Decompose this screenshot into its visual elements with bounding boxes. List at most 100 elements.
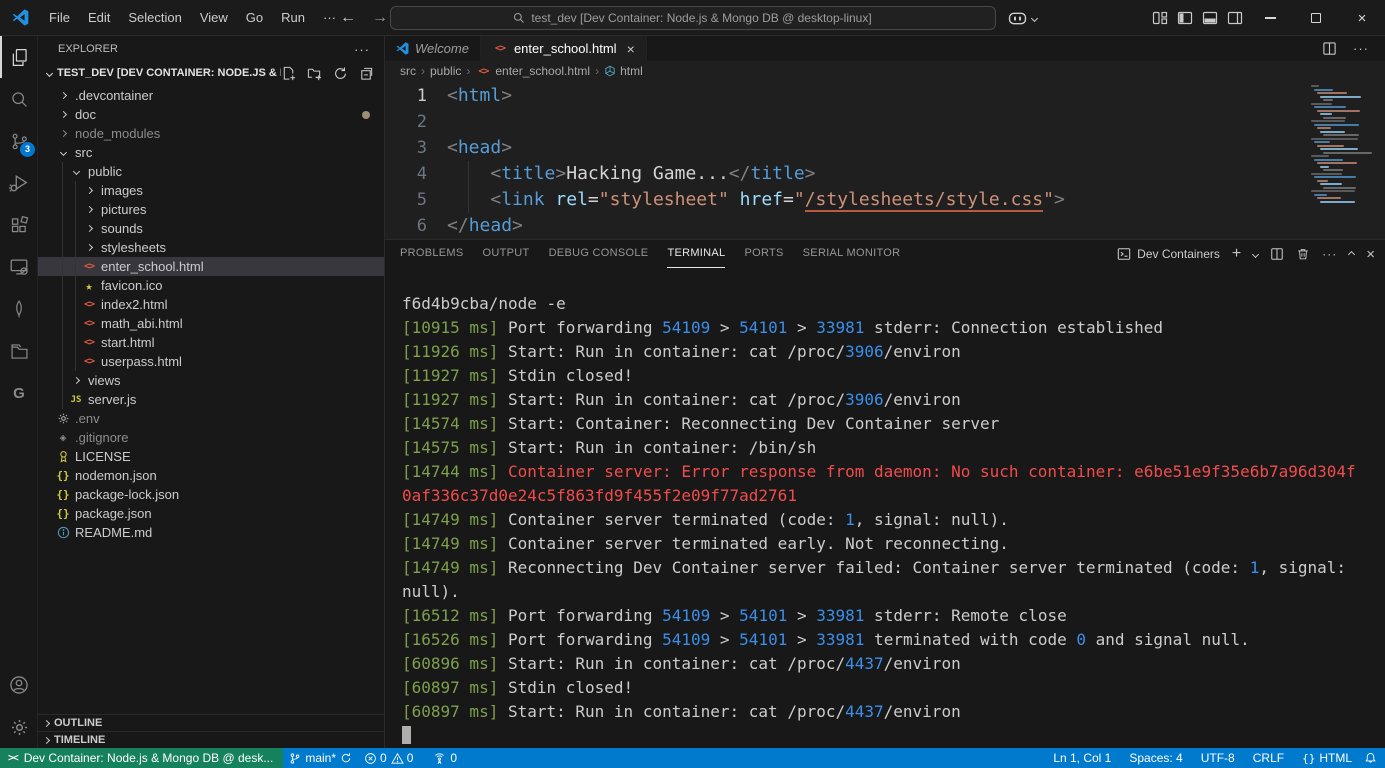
workspace-section-header[interactable]: TEST_DEV [DEV CONTAINER: NODE.JS & MONGO… [38, 62, 384, 84]
breadcrumb-enter-school-html[interactable]: <>enter_school.html [475, 64, 590, 78]
panel-tab-debug-console[interactable]: DEBUG CONSOLE [549, 240, 649, 268]
tree-file-env[interactable]: .env [38, 409, 384, 428]
menu-go[interactable]: Go [237, 5, 272, 31]
section-outline[interactable]: OUTLINE [38, 714, 384, 731]
tree-folder-devcontainer[interactable]: .devcontainer [38, 86, 384, 105]
run-debug-icon[interactable] [0, 162, 38, 204]
menu-selection[interactable]: Selection [119, 5, 190, 31]
tree-file-index2-html[interactable]: <>index2.html [38, 295, 384, 314]
tree-file-package-json[interactable]: {}package.json [38, 504, 384, 523]
search-icon[interactable] [0, 78, 38, 120]
minimize-button[interactable] [1247, 0, 1293, 36]
tree-folder-images[interactable]: images [38, 181, 384, 200]
copilot-menu[interactable] [1008, 0, 1037, 36]
close-button[interactable]: × [1339, 0, 1385, 36]
close-panel-icon[interactable]: × [1366, 246, 1375, 263]
new-file-icon[interactable] [281, 66, 296, 81]
menu-file[interactable]: File [40, 5, 79, 31]
tree-folder-pictures[interactable]: pictures [38, 200, 384, 219]
bell-icon[interactable] [1364, 752, 1377, 765]
section-timeline[interactable]: TIMELINE [38, 731, 384, 748]
toggle-sidebar-icon[interactable] [1172, 0, 1197, 36]
forward-arrow-icon[interactable]: → [372, 9, 388, 27]
account-icon[interactable] [0, 664, 38, 706]
toggle-panel-icon[interactable] [1197, 0, 1222, 36]
panel-tab-terminal[interactable]: TERMINAL [667, 240, 725, 268]
panel-tab-serial-monitor[interactable]: SERIAL MONITOR [803, 240, 901, 268]
status-utf-8[interactable]: UTF-8 [1195, 748, 1241, 768]
tree-folder-sounds[interactable]: sounds [38, 219, 384, 238]
dev-containers-icon[interactable] [0, 330, 38, 372]
tree-file-readme-md[interactable]: README.md [38, 523, 384, 542]
breadcrumb-src[interactable]: src [400, 64, 416, 78]
tab-enter-school-html[interactable]: <>enter_school.html× [481, 36, 647, 61]
tree-file-start-html[interactable]: <>start.html [38, 333, 384, 352]
problems-status[interactable]: 0 0 [358, 748, 419, 768]
settings-gear-icon[interactable] [0, 706, 38, 748]
git-branch-status[interactable]: main* [283, 748, 358, 768]
maximize-panel-icon[interactable] [1348, 250, 1355, 257]
tree-file-server-js[interactable]: JSserver.js [38, 390, 384, 409]
customize-layout-icon[interactable] [1147, 0, 1172, 36]
error-icon [364, 752, 377, 765]
command-center-search[interactable]: test_dev [Dev Container: Node.js & Mongo… [390, 6, 996, 30]
split-terminal-icon[interactable] [1270, 247, 1284, 261]
ports-status[interactable]: 0 [427, 748, 463, 768]
terminal-dropdown-icon[interactable] [1252, 250, 1259, 257]
tab-welcome[interactable]: Welcome [385, 36, 481, 61]
tree-folder-views[interactable]: views [38, 371, 384, 390]
split-editor-icon[interactable] [1322, 41, 1337, 56]
status-html[interactable]: {}HTML [1296, 748, 1358, 768]
status-spaces-4[interactable]: Spaces: 4 [1123, 748, 1188, 768]
panel-tab-problems[interactable]: PROBLEMS [400, 240, 464, 268]
tree-file-license[interactable]: LICENSE [38, 447, 384, 466]
tree-file-favicon-ico[interactable]: ★favicon.ico [38, 276, 384, 295]
extensions-icon[interactable] [0, 204, 38, 246]
remote-explorer-icon[interactable] [0, 246, 38, 288]
toggle-secondary-sidebar-icon[interactable] [1222, 0, 1247, 36]
tree-folder-public[interactable]: public [38, 162, 384, 181]
new-folder-icon[interactable] [307, 66, 322, 81]
tree-folder-stylesheets[interactable]: stylesheets [38, 238, 384, 257]
tree-file-math-abi-html[interactable]: <>math_abi.html [38, 314, 384, 333]
tree-folder-doc[interactable]: doc [38, 105, 384, 124]
code-editor[interactable]: 1<html>23<head>4 <title>Hacking Game...<… [385, 81, 1385, 239]
menu-view[interactable]: View [191, 5, 237, 31]
terminal-profile[interactable]: Dev Containers [1117, 247, 1220, 261]
menu-run[interactable]: Run [272, 5, 314, 31]
explorer-icon[interactable] [0, 36, 38, 78]
terminal-cursor-line [402, 724, 1365, 748]
sidebar-more-icon[interactable]: ··· [354, 42, 370, 57]
minimap[interactable] [1311, 85, 1369, 204]
maximize-button[interactable] [1293, 0, 1339, 36]
tree-file-nodemon-json[interactable]: {}nodemon.json [38, 466, 384, 485]
panel-tab-ports[interactable]: PORTS [744, 240, 783, 268]
tree-file-gitignore[interactable]: ◈.gitignore [38, 428, 384, 447]
gitlens-icon[interactable]: G [0, 372, 38, 414]
radio-tower-icon [433, 752, 446, 765]
close-tab-icon[interactable]: × [627, 41, 635, 57]
tree-folder-src[interactable]: src [38, 143, 384, 162]
breadcrumb-html[interactable]: html [604, 64, 643, 78]
kill-terminal-icon[interactable] [1296, 247, 1310, 261]
refresh-icon[interactable] [333, 66, 348, 81]
editor-region: Welcome<>enter_school.html× ··· src›publ… [385, 36, 1385, 748]
collapse-all-icon[interactable] [359, 66, 374, 81]
source-control-icon[interactable]: 3 [0, 120, 38, 162]
editor-more-icon[interactable]: ··· [1353, 41, 1369, 56]
tree-folder-node-modules[interactable]: node_modules [38, 124, 384, 143]
terminal-output[interactable]: f6d4b9cba/node -e[10915 ms] Port forward… [385, 268, 1385, 748]
tree-file-enter-school-html[interactable]: <>enter_school.html [38, 257, 384, 276]
panel-more-icon[interactable]: ··· [1322, 247, 1337, 261]
breadcrumb-public[interactable]: public [430, 64, 461, 78]
new-terminal-icon[interactable]: + [1232, 246, 1241, 262]
back-arrow-icon[interactable]: ← [340, 9, 356, 27]
status-crlf[interactable]: CRLF [1247, 748, 1290, 768]
panel-tab-output[interactable]: OUTPUT [483, 240, 530, 268]
tree-file-package-lock-json[interactable]: {}package-lock.json [38, 485, 384, 504]
tree-file-userpass-html[interactable]: <>userpass.html [38, 352, 384, 371]
remote-indicator[interactable]: >< Dev Container: Node.js & Mongo DB @ d… [0, 748, 283, 768]
menu-edit[interactable]: Edit [79, 5, 119, 31]
mongodb-icon[interactable] [0, 288, 38, 330]
status-ln-1-col-1[interactable]: Ln 1, Col 1 [1047, 748, 1117, 768]
